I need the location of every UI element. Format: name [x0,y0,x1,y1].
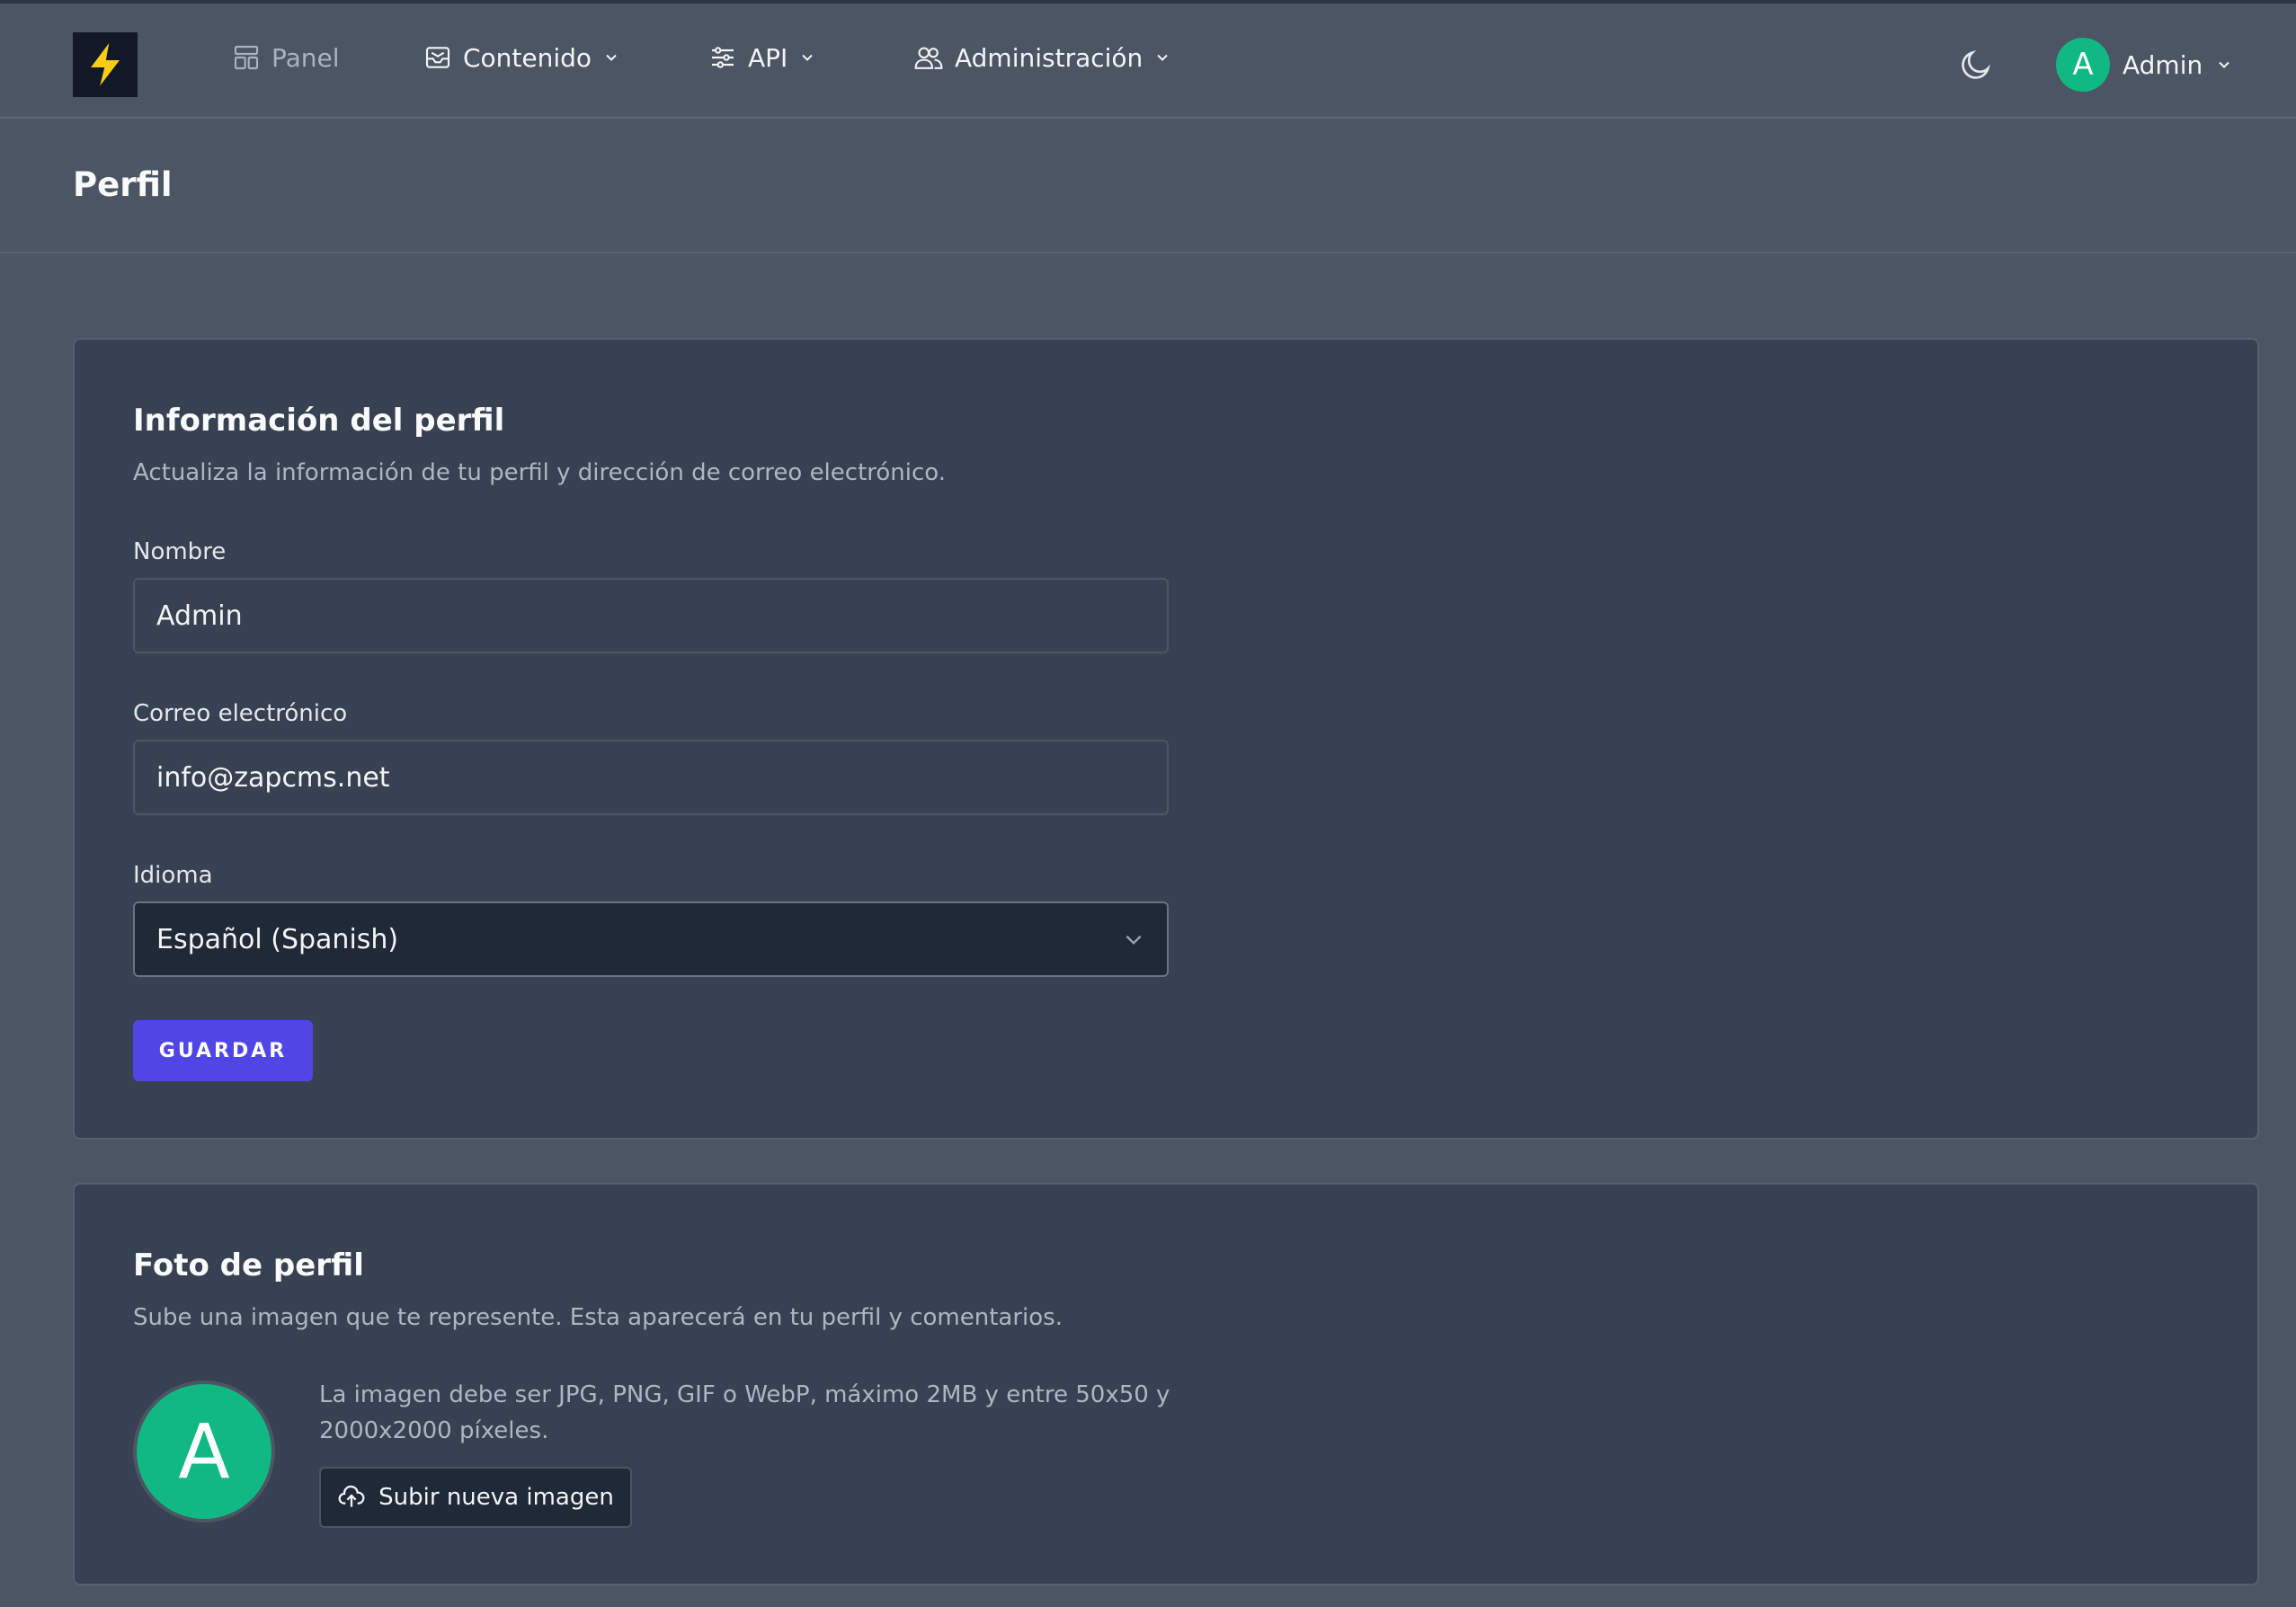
upload-image-label: Subir nueva imagen [378,1484,614,1511]
profile-avatar: A [133,1381,275,1523]
nav-panel-label: Panel [271,42,340,73]
chevron-down-icon [2219,61,2229,68]
email-field[interactable] [133,740,1169,815]
profile-info-card: Información del perfil Actualiza la info… [73,338,2259,1140]
upload-image-button[interactable]: Subir nueva imagen [319,1467,632,1528]
profile-photo-description: Sube una imagen que te represente. Esta … [133,1304,1063,1331]
chevron-down-icon [1126,935,1142,946]
profile-info-title: Información del perfil [133,403,505,439]
page-header: Perfil [0,120,2296,253]
language-select-value: Español (Spanish) [156,923,399,955]
chevron-down-icon [1157,54,1169,61]
nav-administracion[interactable]: Administración [913,36,1171,79]
user-menu[interactable]: A Admin [2056,38,2233,92]
nav-api[interactable]: API [708,36,816,79]
profile-info-description: Actualiza la información de tu perfil y … [133,459,947,486]
nav-api-label: API [748,42,788,73]
nav-contenido[interactable]: Contenido [423,36,620,79]
save-button[interactable]: GUARDAR [133,1020,313,1081]
upload-hint: La imagen debe ser JPG, PNG, GIF o WebP,… [319,1381,1170,1444]
cloud-upload-icon [338,1485,365,1507]
theme-toggle-button[interactable] [1958,47,1994,83]
page-title: Perfil [73,165,173,204]
nav-administracion-label: Administración [955,42,1144,73]
email-label: Correo electrónico [133,700,348,727]
user-name: Admin [2122,49,2203,80]
nav-contenido-label: Contenido [463,42,592,73]
sliders-icon [712,47,734,68]
avatar: A [2056,38,2110,92]
nav-panel[interactable]: Panel [232,36,340,79]
profile-photo-card: Foto de perfil Sube una imagen que te re… [73,1183,2259,1585]
language-label: Idioma [133,862,213,889]
language-select[interactable]: Español (Spanish) [133,901,1169,977]
app-logo[interactable] [73,32,138,97]
lightning-bolt-logo [87,39,124,91]
chevron-down-icon [606,54,617,61]
profile-photo-title: Foto de perfil [133,1247,364,1283]
name-label: Nombre [133,538,227,565]
users-icon [914,47,943,69]
layout-icon [234,45,259,70]
chevron-down-icon [802,54,814,61]
moon-icon [1962,49,1991,79]
name-field[interactable] [133,578,1169,653]
top-navbar: Panel Contenido API Administración A Adm… [0,0,2296,119]
inbox-icon [425,47,450,68]
